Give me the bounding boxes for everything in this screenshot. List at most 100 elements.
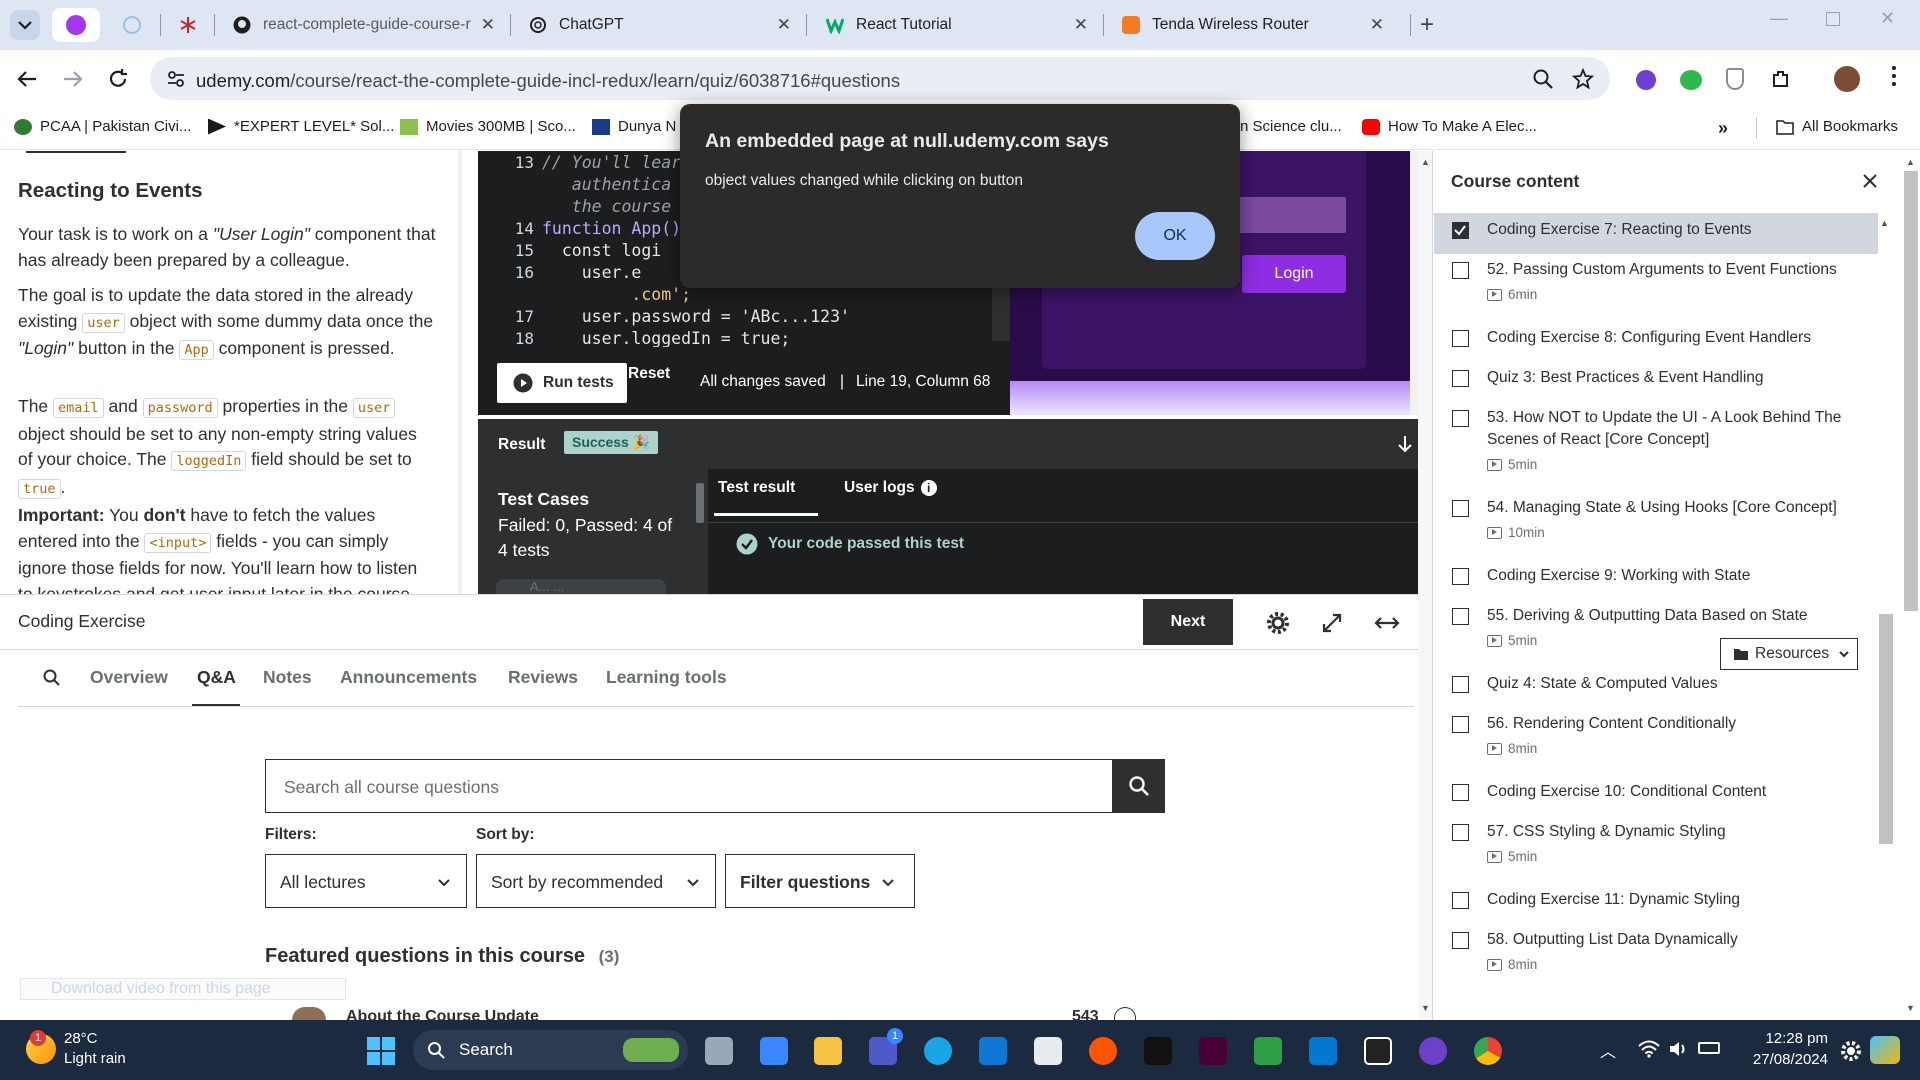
tab-overview[interactable]: Overview — [90, 667, 168, 688]
instructions-scrollbar[interactable] — [458, 151, 462, 594]
page-scrollbar[interactable]: ▲ ▼ — [1902, 151, 1920, 1020]
ok-button[interactable]: OK — [1135, 212, 1215, 260]
tab-github[interactable]: react-complete-guide-course-r ✕ — [233, 8, 503, 42]
course-item-title[interactable]: 53. How NOT to Update the UI - A Look Be… — [1487, 407, 1867, 451]
completion-checkbox[interactable] — [1452, 500, 1469, 517]
tab-qa[interactable]: Q&A — [197, 667, 236, 688]
back-icon[interactable] — [16, 68, 38, 90]
password-input[interactable] — [1238, 197, 1346, 233]
snipping-tool-icon[interactable] — [1034, 1037, 1062, 1065]
tray-overflow-icon[interactable]: ︿ — [1600, 1038, 1616, 1062]
minimize-icon[interactable]: — — [1770, 8, 1788, 29]
zoom-icon[interactable] — [1532, 68, 1554, 90]
more-bookmarks-icon[interactable]: » — [1718, 118, 1728, 139]
edge-icon[interactable] — [924, 1037, 952, 1065]
kebab-menu-icon[interactable] — [1892, 66, 1896, 90]
copilot-icon[interactable] — [1870, 1036, 1900, 1064]
microsoft-store-icon[interactable] — [760, 1037, 788, 1065]
github-desktop-icon[interactable] — [1419, 1037, 1447, 1065]
completion-checkbox[interactable] — [1452, 222, 1469, 239]
pinned-tab-icon[interactable] — [179, 16, 197, 34]
close-icon[interactable]: ✕ — [777, 15, 791, 35]
reload-icon[interactable] — [106, 67, 130, 91]
completion-checkbox[interactable] — [1452, 932, 1469, 949]
settings-gear-icon[interactable] — [1266, 611, 1290, 635]
close-icon[interactable] — [1862, 173, 1878, 189]
wifi-icon[interactable] — [1638, 1040, 1660, 1058]
course-item-title[interactable]: 57. CSS Styling & Dynamic Styling — [1487, 821, 1867, 843]
close-icon[interactable]: ✕ — [481, 15, 495, 35]
close-window-icon[interactable]: ✕ — [1880, 8, 1895, 29]
course-item-title[interactable]: Coding Exercise 8: Configuring Event Han… — [1487, 327, 1867, 349]
bookmark-dunya[interactable]: Dunya N — [592, 118, 676, 135]
volume-icon[interactable] — [1668, 1040, 1690, 1058]
close-icon[interactable]: ✕ — [1074, 15, 1088, 35]
test-cases-scrollbar[interactable] — [692, 469, 708, 594]
course-item-title[interactable]: 54. Managing State & Using Hooks [Core C… — [1487, 497, 1867, 519]
battery-icon[interactable] — [1698, 1042, 1720, 1054]
chrome-icon[interactable] — [1474, 1037, 1502, 1065]
tab-udemy-active[interactable] — [52, 8, 100, 42]
test-case-row[interactable]: A... ... — [496, 579, 666, 594]
course-item-title[interactable]: Coding Exercise 9: Working with State — [1487, 565, 1867, 587]
sidebar-scrollbar[interactable]: ▲ — [1878, 214, 1894, 1020]
tab-search-button[interactable] — [10, 10, 40, 40]
app-icon[interactable] — [1144, 1037, 1172, 1065]
all-bookmarks[interactable]: All Bookmarks — [1776, 118, 1898, 135]
extension-icon[interactable] — [1636, 70, 1656, 90]
completion-checkbox[interactable] — [1452, 568, 1469, 585]
completion-checkbox[interactable] — [1452, 410, 1469, 427]
completion-checkbox[interactable] — [1452, 370, 1469, 387]
main-scrollbar[interactable]: ▲ ▼ — [1418, 151, 1432, 1020]
course-item-title[interactable]: Coding Exercise 7: Reacting to Events — [1487, 219, 1867, 241]
tab-user-logs[interactable]: User logs i — [844, 479, 937, 497]
clock-time[interactable]: 12:28 pm — [1736, 1030, 1828, 1047]
course-item-title[interactable]: Coding Exercise 10: Conditional Content — [1487, 781, 1867, 803]
course-item-title[interactable]: 55. Deriving & Outputting Data Based on … — [1487, 605, 1867, 627]
tab-reviews[interactable]: Reviews — [508, 667, 578, 688]
next-button[interactable]: Next — [1143, 599, 1233, 645]
course-item-title[interactable]: 52. Passing Custom Arguments to Event Fu… — [1487, 259, 1867, 281]
soundcloud-icon[interactable] — [1089, 1037, 1117, 1065]
bookmark-movies[interactable]: Movies 300MB | Sco... — [400, 118, 576, 135]
loading-tab-icon[interactable] — [123, 16, 141, 34]
resources-dropdown[interactable]: Resources — [1720, 638, 1858, 670]
filter-lectures-select[interactable]: All lectures — [265, 854, 467, 908]
clock-date[interactable]: 27/08/2024 — [1736, 1051, 1828, 1068]
shield-extension-icon[interactable] — [1726, 68, 1744, 90]
completion-checkbox[interactable] — [1452, 824, 1469, 841]
vscode-icon[interactable] — [1309, 1037, 1337, 1065]
maximize-icon[interactable] — [1826, 12, 1840, 26]
forward-icon[interactable] — [62, 68, 84, 90]
settings-gear-icon[interactable] — [1840, 1040, 1862, 1062]
windows-start-icon[interactable] — [367, 1037, 395, 1065]
profile-avatar[interactable] — [1834, 66, 1860, 92]
course-item-title[interactable]: Coding Exercise 11: Dynamic Styling — [1487, 889, 1867, 911]
qa-search-input[interactable]: Search all course questions — [265, 759, 1113, 813]
completion-checkbox[interactable] — [1452, 892, 1469, 909]
course-item-title[interactable]: 58. Outputting List Data Dynamically — [1487, 929, 1867, 951]
site-info-icon[interactable] — [166, 69, 186, 89]
bookmark-star-icon[interactable] — [1572, 68, 1594, 90]
course-item-title[interactable]: Quiz 3: Best Practices & Event Handling — [1487, 367, 1867, 389]
completion-checkbox[interactable] — [1452, 262, 1469, 279]
upvote-icon[interactable] — [1114, 1007, 1136, 1020]
mail-icon[interactable] — [979, 1037, 1007, 1065]
completion-checkbox[interactable] — [1452, 784, 1469, 801]
run-tests-button[interactable]: Run tests — [497, 363, 627, 403]
question-title[interactable]: About the Course Update — [346, 1008, 539, 1020]
sort-select[interactable]: Sort by recommended — [476, 854, 716, 908]
completion-checkbox[interactable] — [1452, 716, 1469, 733]
bookmark-expert[interactable]: *EXPERT LEVEL* Sol... — [208, 118, 394, 135]
taskbar-search[interactable]: Search — [413, 1030, 688, 1070]
extension-icon[interactable] — [1680, 70, 1702, 90]
app-icon[interactable] — [1364, 1037, 1392, 1065]
collapse-arrow-icon[interactable] — [1394, 433, 1416, 455]
reset-button[interactable]: Reset — [628, 365, 670, 383]
adobe-xd-icon[interactable] — [1199, 1037, 1227, 1065]
avatar[interactable] — [292, 1007, 326, 1020]
completion-checkbox[interactable] — [1452, 330, 1469, 347]
search-icon[interactable] — [42, 668, 62, 688]
tab-learning-tools[interactable]: Learning tools — [606, 667, 727, 688]
download-video-banner[interactable]: Download video from this page — [20, 978, 346, 1000]
